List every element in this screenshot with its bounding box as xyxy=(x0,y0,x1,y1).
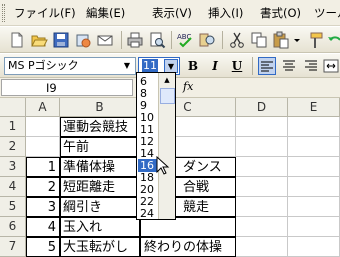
cell-a4[interactable]: 2 xyxy=(26,177,60,197)
cell-d4[interactable] xyxy=(236,177,288,197)
menu-edit[interactable]: 編集(E) xyxy=(86,0,125,26)
column-header-a[interactable]: A xyxy=(26,98,60,117)
cell-e7[interactable] xyxy=(288,237,340,257)
toolbar-separator xyxy=(222,31,223,49)
align-left-icon[interactable] xyxy=(258,57,276,75)
save-icon[interactable] xyxy=(52,31,70,49)
row-header[interactable]: 3 xyxy=(0,157,26,177)
align-center-icon[interactable] xyxy=(280,57,298,75)
dropdown-scrollbar[interactable]: ▲ xyxy=(158,73,175,219)
menu-bar: ファイル(F) 編集(E) 表示(V) 挿入(I) 書式(O) ツール xyxy=(0,0,340,26)
mouse-cursor-icon xyxy=(156,155,170,176)
cell-a1[interactable] xyxy=(26,117,60,137)
email-icon[interactable] xyxy=(96,31,114,49)
cell-d5[interactable] xyxy=(236,197,288,217)
toolbar-separator xyxy=(121,31,122,49)
cell-a5[interactable]: 3 xyxy=(26,197,60,217)
align-right-icon[interactable] xyxy=(302,57,320,75)
name-box-value: I9 xyxy=(46,81,57,95)
menu-tools[interactable]: ツール xyxy=(314,0,340,26)
toolbar-separator xyxy=(252,57,253,75)
column-header-e[interactable]: E xyxy=(288,98,340,117)
font-name-value: MS Pゴシック xyxy=(8,59,79,72)
spelling-icon[interactable]: ABC xyxy=(176,31,194,49)
row-header[interactable]: 4 xyxy=(0,177,26,197)
cell-c7[interactable]: 終わりの体操 xyxy=(140,237,236,257)
copy-icon[interactable] xyxy=(250,31,268,49)
row-header[interactable]: 1 xyxy=(0,117,26,137)
menu-insert[interactable]: 挿入(I) xyxy=(208,0,243,26)
chevron-down-icon[interactable]: ▼ xyxy=(120,59,134,73)
font-size-option-24[interactable]: 24 xyxy=(138,207,158,220)
menu-view[interactable]: 表示(V) xyxy=(152,0,192,26)
open-folder-icon[interactable] xyxy=(30,31,48,49)
cell-d7[interactable] xyxy=(236,237,288,257)
font-name-combo[interactable]: MS Pゴシック ▼ xyxy=(4,57,136,75)
function-icon[interactable]: fx xyxy=(183,80,193,93)
cell-e2[interactable] xyxy=(288,137,340,157)
row-header[interactable]: 6 xyxy=(0,217,26,237)
cell-e5[interactable] xyxy=(288,197,340,217)
undo-icon[interactable] xyxy=(326,31,340,49)
new-document-icon[interactable] xyxy=(8,31,26,49)
column-header-d[interactable]: D xyxy=(236,98,288,117)
cell-b4[interactable]: 短距離走 xyxy=(60,177,140,197)
font-size-dropdown-list: 6 8 9 10 11 12 14 16 18 20 22 24 ▲ xyxy=(136,72,176,220)
research-icon[interactable] xyxy=(198,31,216,49)
menu-file[interactable]: ファイル(F) xyxy=(14,0,76,26)
font-size-value[interactable]: 11 xyxy=(142,59,158,73)
cell-a3[interactable]: 1 xyxy=(26,157,60,177)
cell-e3[interactable] xyxy=(288,157,340,177)
cell-e1[interactable] xyxy=(288,117,340,137)
cell-a7[interactable]: 5 xyxy=(26,237,60,257)
italic-button[interactable]: I xyxy=(206,57,224,75)
menubar-grip[interactable] xyxy=(2,4,5,22)
menu-format[interactable]: 書式(O) xyxy=(260,0,301,26)
cell-b1[interactable]: 運動会競技 xyxy=(60,117,140,137)
cell-b5[interactable]: 綱引き xyxy=(60,197,140,217)
standard-toolbar: ABC xyxy=(0,27,340,53)
cut-icon[interactable] xyxy=(228,31,246,49)
cell-a6[interactable]: 4 xyxy=(26,217,60,237)
row-header[interactable]: 5 xyxy=(0,197,26,217)
column-header-b[interactable]: B xyxy=(60,98,140,117)
cell-b3[interactable]: 準備体操 xyxy=(60,157,140,177)
cell-b7[interactable]: 大玉転がし xyxy=(60,237,140,257)
print-icon[interactable] xyxy=(126,31,144,49)
print-preview-icon[interactable] xyxy=(148,31,166,49)
cell-d1[interactable] xyxy=(236,117,288,137)
permission-icon[interactable] xyxy=(74,31,92,49)
row-header[interactable]: 7 xyxy=(0,237,26,257)
cell-e4[interactable] xyxy=(288,177,340,197)
merge-center-icon[interactable] xyxy=(322,57,340,75)
paste-icon[interactable] xyxy=(272,31,290,49)
format-painter-icon[interactable] xyxy=(306,31,324,49)
chevron-down-icon[interactable]: ▼ xyxy=(164,59,178,73)
scroll-up-icon[interactable]: ▲ xyxy=(159,73,175,87)
cell-d6[interactable] xyxy=(236,217,288,237)
bold-button[interactable]: B xyxy=(184,57,202,75)
toolbar-separator xyxy=(171,31,172,49)
name-box[interactable]: I9 xyxy=(1,79,133,96)
row-header[interactable]: 2 xyxy=(0,137,26,157)
cell-b6[interactable]: 玉入れ xyxy=(60,217,140,237)
underline-button[interactable]: U xyxy=(228,57,246,75)
cell-d2[interactable] xyxy=(236,137,288,157)
cell-d3[interactable] xyxy=(236,157,288,177)
cell-b2[interactable]: 午前 xyxy=(60,137,140,157)
scrollbar-thumb[interactable] xyxy=(160,88,175,104)
select-all-corner[interactable] xyxy=(0,98,26,117)
paste-dropdown-icon[interactable] xyxy=(292,31,302,49)
cell-a2[interactable] xyxy=(26,137,60,157)
cell-e6[interactable] xyxy=(288,217,340,237)
cell-c6[interactable] xyxy=(140,217,236,237)
